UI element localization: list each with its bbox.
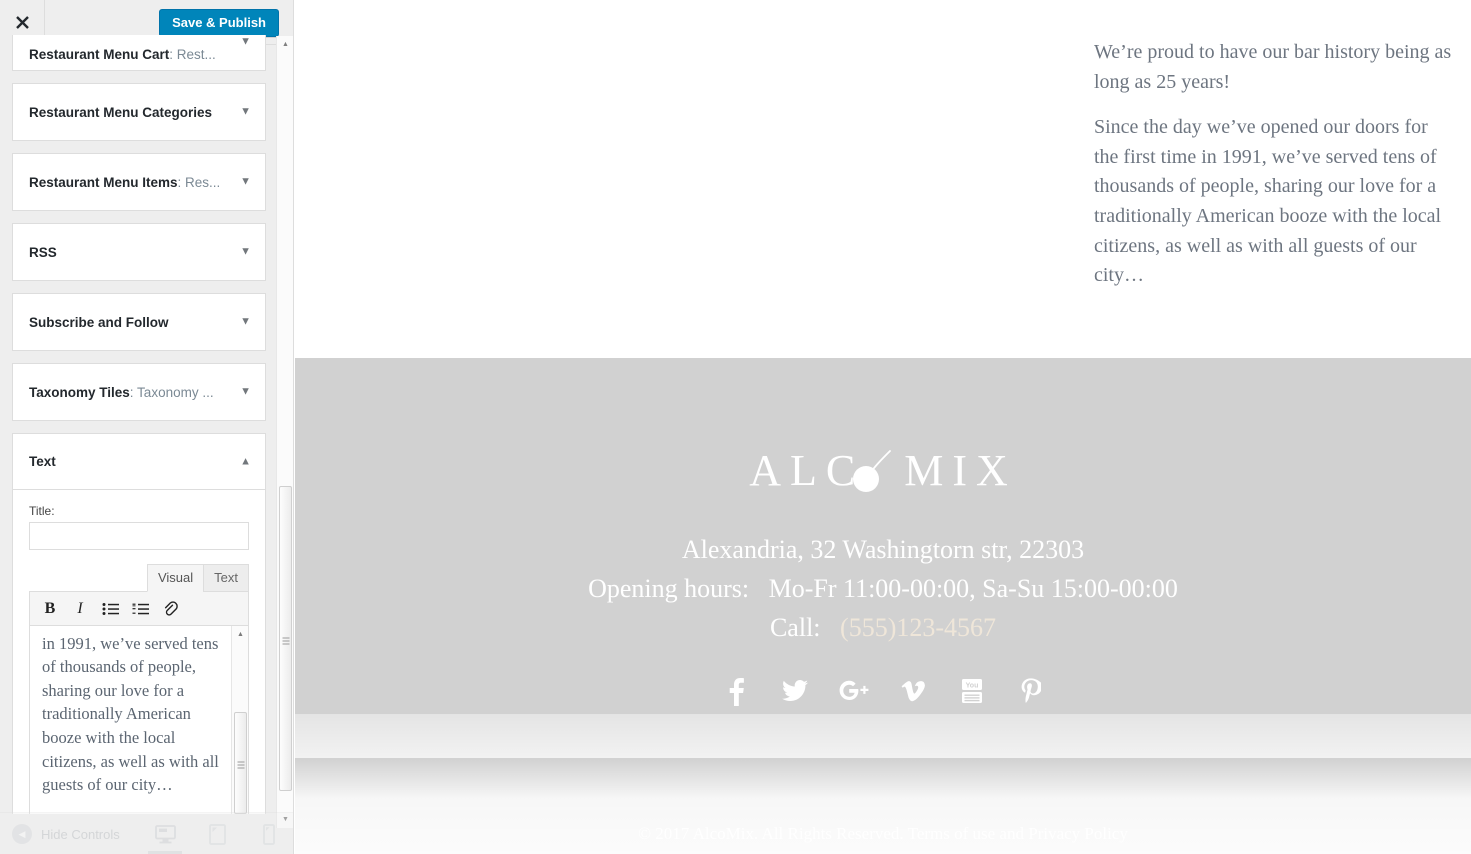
about-paragraph-1: We’re proud to have our bar history bein… (1094, 41, 1452, 93)
customizer-screen: Save & Publish Restaurant Menu Cart: Res… (0, 0, 1471, 854)
desktop-preview-icon[interactable] (148, 814, 182, 854)
chevron-down-icon: ▼ (240, 245, 251, 258)
widget-title: Text (29, 454, 56, 469)
editor-mode-tabs: Visual Text (29, 564, 249, 592)
footer-logo[interactable]: ALC MIX (295, 438, 1471, 504)
pinterest-icon[interactable] (1014, 674, 1048, 708)
site-footer: ALC MIX Alexandria, 32 Washingtorn str, … (295, 358, 1471, 854)
widget-accordion-restaurant-menu-cart[interactable]: Restaurant Menu Cart: Rest... ▼ (12, 35, 266, 71)
widget-accordion-restaurant-menu-items[interactable]: Restaurant Menu Items: Res... ▼ (12, 153, 266, 211)
hide-controls-label: Hide Controls (41, 826, 120, 842)
widget-accordion-taxonomy-tiles[interactable]: Taxonomy Tiles: Taxonomy ... ▼ (12, 363, 266, 421)
facebook-icon[interactable] (719, 674, 753, 708)
widget-title: Subscribe and Follow (29, 314, 169, 330)
widget-title: Restaurant Menu Items: Res... (29, 174, 221, 190)
footer-copyright: © 2017 AlcoMix. All Rights Reserved. Ter… (638, 824, 1128, 843)
chevron-left-icon: ◀ (12, 824, 32, 844)
widget-header[interactable]: Text ▲ (13, 434, 265, 490)
vimeo-icon[interactable] (896, 674, 930, 708)
widget-title: RSS (29, 244, 57, 260)
chevron-down-icon: ▼ (240, 175, 251, 188)
numbered-list-icon[interactable] (126, 596, 154, 622)
preview-content-area: We’re proud to have our bar history bein… (295, 0, 1471, 358)
widget-accordion-text[interactable]: Text ▲ Title: Visual Text B I in 1991, w… (12, 433, 266, 814)
link-icon[interactable] (156, 596, 184, 622)
editor-toolbar: B I (30, 592, 248, 626)
tablet-preview-icon[interactable] (204, 814, 230, 854)
bold-icon[interactable]: B (36, 596, 64, 622)
chevron-down-icon: ▼ (240, 105, 251, 118)
widget-header[interactable]: Restaurant Menu Items: Res... ▼ (13, 154, 265, 210)
editor-content[interactable]: our doors for the first time in 1991, we… (30, 626, 244, 797)
italic-icon[interactable]: I (66, 596, 94, 622)
sidebar-scroll-up-icon[interactable]: ▲ (277, 36, 293, 53)
about-text-column: We’re proud to have our bar history bein… (1094, 38, 1454, 291)
footer-hours: Opening hours: Mo-Fr 11:00-00:00, Sa-Su … (295, 569, 1471, 608)
site-preview[interactable]: We’re proud to have our bar history bein… (295, 0, 1471, 854)
bullet-list-icon[interactable] (96, 596, 124, 622)
footer-hours-label: Opening hours: (588, 574, 750, 603)
widget-header[interactable]: Subscribe and Follow ▼ (13, 294, 265, 350)
chevron-down-icon: ▼ (240, 35, 251, 48)
footer-call: Call: (555)123-4567 (295, 608, 1471, 647)
widget-header[interactable]: RSS ▼ (13, 224, 265, 280)
widget-accordion-restaurant-menu-categories[interactable]: Restaurant Menu Categories ▼ (12, 83, 266, 141)
device-preview-buttons (148, 813, 282, 854)
widgets-list: Restaurant Menu Cart: Rest... ▼ Restaura… (0, 35, 278, 814)
footer-hours-value: Mo-Fr 11:00-00:00, Sa-Su 15:00-00:00 (768, 574, 1178, 603)
chevron-down-icon: ▼ (240, 315, 251, 328)
chevron-up-icon: ▲ (240, 455, 251, 467)
save-publish-button[interactable]: Save & Publish (159, 9, 279, 37)
editor-frame: B I in 1991, we’ve served tens of thousa… (29, 591, 249, 814)
cherry-icon (848, 449, 902, 495)
customizer-footer-bar: ◀ Hide Controls (0, 812, 293, 854)
footer-phone-number[interactable]: (555)123-4567 (840, 613, 996, 642)
widget-title: Taxonomy Tiles: Taxonomy ... (29, 384, 214, 400)
scroll-grip-icon (237, 760, 244, 769)
editor-text-area[interactable]: our doors for the first time in 1991, we… (30, 626, 248, 814)
tab-text[interactable]: Text (203, 564, 249, 592)
footer-social-links: You (295, 674, 1471, 708)
widget-header[interactable]: Restaurant Menu Cart: Rest... ▼ (13, 35, 265, 70)
title-field-label: Title: (29, 504, 55, 518)
footer-contact: Alexandria, 32 Washingtorn str, 22303 Op… (295, 530, 1471, 647)
editor-scrollbar[interactable]: ▲ ▼ (231, 626, 248, 814)
widget-title: Restaurant Menu Categories (29, 104, 213, 120)
scroll-up-icon[interactable]: ▲ (232, 626, 248, 643)
youtube-icon[interactable]: You (955, 674, 989, 708)
hide-controls-button[interactable]: ◀ Hide Controls (12, 813, 120, 854)
content-editor: Visual Text B I in 1991, we’ve served te… (29, 564, 249, 814)
customizer-sidebar: Save & Publish Restaurant Menu Cart: Res… (0, 0, 294, 854)
editor-scroll-thumb[interactable] (234, 712, 247, 814)
logo-wrap: ALC MIX (749, 438, 1017, 504)
widget-accordion-subscribe-and-follow[interactable]: Subscribe and Follow ▼ (12, 293, 266, 351)
scroll-grip-icon (282, 635, 289, 644)
widget-header[interactable]: Taxonomy Tiles: Taxonomy ... ▼ (13, 364, 265, 420)
close-icon (15, 15, 30, 30)
sidebar-scroll-thumb[interactable] (279, 486, 292, 791)
about-paragraph-2: Since the day we’ve opened our doors for… (1094, 116, 1442, 287)
widget-title: Restaurant Menu Cart: Rest... (29, 47, 216, 62)
google-plus-icon[interactable] (837, 674, 871, 708)
tab-visual[interactable]: Visual (146, 564, 205, 592)
widget-accordion-rss[interactable]: RSS ▼ (12, 223, 266, 281)
footer-address: Alexandria, 32 Washingtorn str, 22303 (681, 535, 1085, 564)
chevron-down-icon: ▼ (240, 385, 251, 398)
twitter-icon[interactable] (778, 674, 812, 708)
svg-text:You: You (965, 683, 978, 690)
footer-call-label: Call: (769, 613, 821, 642)
widget-header[interactable]: Restaurant Menu Categories ▼ (13, 84, 265, 140)
title-input[interactable] (29, 522, 249, 550)
sidebar-scrollbar[interactable]: ▲ ▼ (276, 36, 293, 828)
mobile-preview-icon[interactable] (256, 814, 282, 854)
text-widget-body: Title: Visual Text B I in 1991, we’ve se… (13, 490, 265, 814)
